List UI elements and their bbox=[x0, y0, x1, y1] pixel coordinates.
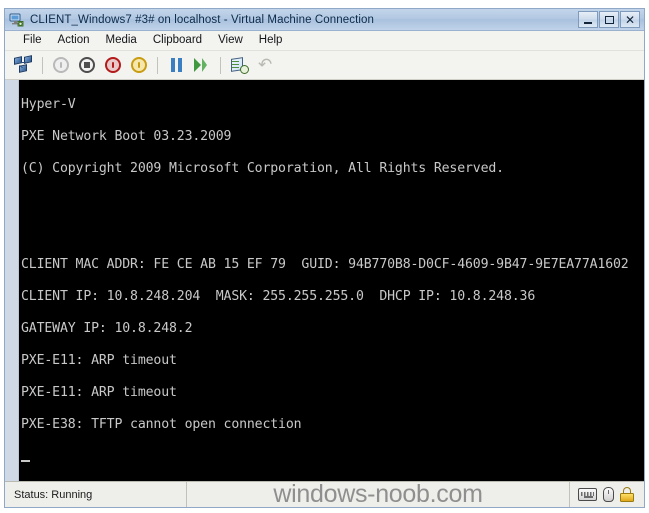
turn-off-button[interactable] bbox=[49, 53, 73, 77]
start-button[interactable] bbox=[101, 53, 125, 77]
virtual-machine-connection-window: CLIENT_Windows7 #3# on localhost - Virtu… bbox=[4, 8, 645, 508]
pause-icon bbox=[169, 58, 183, 72]
minimize-button[interactable] bbox=[578, 11, 598, 28]
shut-down-button[interactable] bbox=[75, 53, 99, 77]
save-state-icon bbox=[131, 57, 147, 73]
menu-item-clipboard[interactable]: Clipboard bbox=[145, 32, 210, 49]
menu-item-file[interactable]: File bbox=[15, 32, 50, 49]
connect-button[interactable] bbox=[12, 53, 36, 77]
vm-console-area: Hyper-V PXE Network Boot 03.23.2009 (C) … bbox=[5, 80, 644, 481]
menu-item-media[interactable]: Media bbox=[98, 32, 145, 49]
window-controls: ✕ bbox=[578, 11, 640, 28]
status-bar: Status: Running windows-noob.com bbox=[5, 479, 644, 508]
toolbar-separator bbox=[42, 56, 43, 74]
console-output: Hyper-V PXE Network Boot 03.23.2009 (C) … bbox=[19, 80, 644, 481]
save-button[interactable] bbox=[127, 53, 151, 77]
console-line: Hyper-V bbox=[21, 97, 76, 112]
menu-item-view[interactable]: View bbox=[210, 32, 251, 49]
console-left-margin bbox=[5, 80, 19, 481]
close-button[interactable]: ✕ bbox=[620, 11, 640, 28]
window-title: CLIENT_Windows7 #3# on localhost - Virtu… bbox=[30, 13, 375, 26]
console-line: PXE Network Boot 03.23.2009 bbox=[21, 129, 232, 144]
toolbar-separator bbox=[157, 56, 158, 74]
lock-icon[interactable] bbox=[620, 487, 634, 502]
snapshot-icon bbox=[230, 56, 249, 74]
toolbar: ↷ bbox=[5, 51, 644, 80]
console-line: PXE-E38: TFTP cannot open connection bbox=[21, 417, 302, 432]
site-watermark: windows-noob.com bbox=[273, 479, 483, 508]
snapshot-button[interactable] bbox=[227, 53, 251, 77]
connect-network-icon bbox=[14, 55, 34, 74]
screenshot-root: CLIENT_Windows7 #3# on localhost - Virtu… bbox=[0, 0, 649, 513]
console-line: CLIENT MAC ADDR: FE CE AB 15 EF 79 GUID:… bbox=[21, 257, 629, 272]
menu-item-action[interactable]: Action bbox=[50, 32, 98, 49]
title-bar[interactable]: CLIENT_Windows7 #3# on localhost - Virtu… bbox=[5, 9, 644, 31]
menu-bar: File Action Media Clipboard View Help bbox=[5, 31, 644, 51]
console-line: PXE-E11: ARP timeout bbox=[21, 353, 177, 368]
status-icon-group bbox=[569, 482, 644, 507]
resume-button[interactable] bbox=[190, 53, 214, 77]
console-cursor bbox=[21, 460, 30, 462]
power-start-icon bbox=[105, 57, 121, 73]
power-off-icon bbox=[53, 57, 69, 73]
console-line: (C) Copyright 2009 Microsoft Corporation… bbox=[21, 161, 504, 176]
shut-down-icon bbox=[79, 57, 95, 73]
status-center-area: windows-noob.com bbox=[187, 479, 569, 508]
menu-item-help[interactable]: Help bbox=[251, 32, 291, 49]
status-text: Status: Running bbox=[5, 482, 187, 507]
revert-icon: ↷ bbox=[257, 54, 273, 75]
console-line: GATEWAY IP: 10.8.248.2 bbox=[21, 321, 193, 336]
virtual-machine-icon bbox=[9, 12, 25, 28]
keyboard-icon[interactable] bbox=[578, 488, 597, 501]
pause-button[interactable] bbox=[164, 53, 188, 77]
toolbar-separator bbox=[220, 56, 221, 74]
console-line: CLIENT IP: 10.8.248.204 MASK: 255.255.25… bbox=[21, 289, 536, 304]
vm-console-screen[interactable]: Hyper-V PXE Network Boot 03.23.2009 (C) … bbox=[19, 80, 644, 481]
resume-icon bbox=[194, 58, 210, 72]
maximize-button[interactable] bbox=[599, 11, 619, 28]
revert-button[interactable]: ↷ bbox=[253, 53, 277, 77]
mouse-icon[interactable] bbox=[603, 487, 614, 502]
console-line: PXE-E11: ARP timeout bbox=[21, 385, 177, 400]
